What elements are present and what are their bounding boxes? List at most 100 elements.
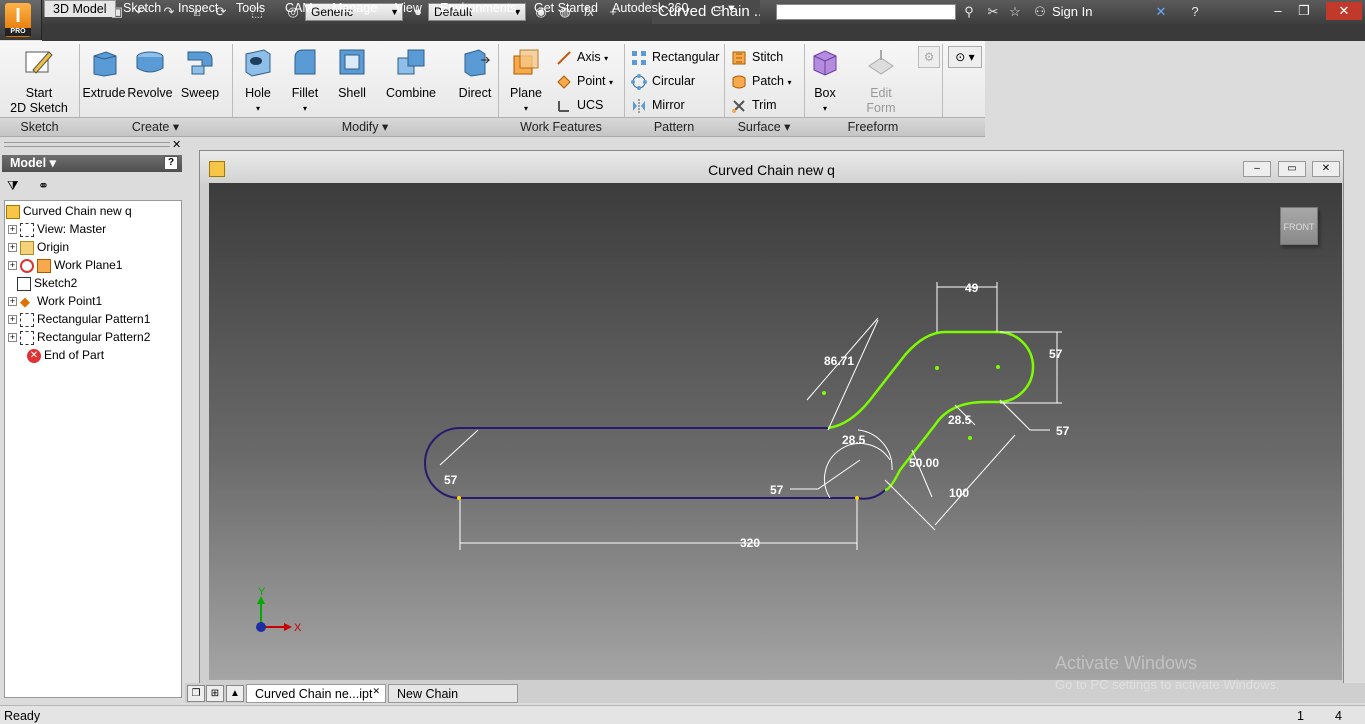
- combine-icon: [397, 49, 425, 75]
- stitch-button[interactable]: Stitch: [731, 46, 783, 68]
- tree-item-work-point1[interactable]: + ◆ Work Point1: [4, 292, 102, 310]
- dim-57-left: 57: [444, 473, 458, 487]
- work-axis-icon: [557, 50, 571, 65]
- tab-environments[interactable]: Environments: [432, 0, 524, 17]
- exchange-apps-icon[interactable]: ✕: [1152, 3, 1170, 21]
- tree-item-origin[interactable]: + Origin: [4, 238, 69, 256]
- tree-item-rectangular-pattern1[interactable]: + Rectangular Pattern1: [4, 310, 150, 328]
- extrude-button[interactable]: Extrude: [82, 46, 126, 114]
- expand-icon[interactable]: +: [8, 243, 17, 253]
- browser-header[interactable]: Model ▾: [2, 155, 182, 172]
- sign-in-link[interactable]: Sign In: [1052, 0, 1092, 24]
- browser-grip[interactable]: [4, 142, 170, 147]
- view-rep-icon: [20, 222, 34, 237]
- expand-icon[interactable]: +: [8, 297, 17, 307]
- restore-window-button[interactable]: ❐: [1292, 2, 1316, 20]
- point-button[interactable]: Point ▾: [556, 70, 613, 92]
- tree-item-rectangular-pattern2[interactable]: + Rectangular Pattern2: [4, 328, 150, 346]
- freeform-settings-icon[interactable]: ⚙: [918, 46, 940, 68]
- activate-windows-watermark: Activate Windows Go to PC settings to ac…: [1055, 653, 1280, 692]
- rectangular-pattern-button[interactable]: Rectangular: [631, 46, 719, 68]
- ribbon-overflow-button[interactable]: ⊙ ▾: [948, 46, 982, 68]
- tile-windows-icon[interactable]: ❐: [187, 685, 205, 702]
- tree-item-part[interactable]: Curved Chain new q: [6, 202, 132, 220]
- fillet-icon: [294, 49, 316, 75]
- minimize-window-button[interactable]: –: [1266, 2, 1290, 20]
- shell-icon: [339, 49, 365, 75]
- tab-manage[interactable]: Manage: [324, 0, 385, 17]
- document-list-icon[interactable]: ▲: [226, 685, 244, 702]
- close-browser-icon[interactable]: ✕: [172, 138, 181, 151]
- fillet-button[interactable]: Fillet ▾: [283, 46, 327, 114]
- ucs-button[interactable]: UCS: [556, 94, 603, 116]
- search-icon[interactable]: ⚲: [960, 3, 978, 21]
- arrange-windows-icon[interactable]: ⊞: [206, 685, 224, 702]
- doc-tab-curved-chain[interactable]: Curved Chain ne...ipt ✕: [246, 684, 386, 703]
- close-window-button[interactable]: ✕: [1326, 2, 1362, 20]
- favorites-star-icon[interactable]: ☆: [1006, 3, 1024, 21]
- work-point-icon: [557, 74, 571, 89]
- tab-inspect[interactable]: Inspect: [170, 0, 226, 17]
- edit-form-button[interactable]: Edit Form: [857, 46, 905, 115]
- doc-close-button[interactable]: ✕: [1312, 161, 1340, 177]
- tab-autodesk-360[interactable]: Autodesk 360: [604, 0, 696, 17]
- tab-get-started[interactable]: Get Started: [526, 0, 606, 17]
- sketch-icon: [25, 51, 53, 74]
- panel-sketch[interactable]: Sketch: [0, 117, 79, 136]
- mirror-icon: [633, 98, 645, 113]
- doc-maximize-button[interactable]: ▭: [1278, 161, 1306, 177]
- tab-tools[interactable]: Tools: [228, 0, 273, 17]
- dim-line-57-left: [439, 429, 479, 466]
- doc-tab-new-chain-assembly[interactable]: New Chain asse...iam: [388, 684, 518, 720]
- dim-line-57-right: [1000, 331, 1062, 404]
- mirror-button[interactable]: Mirror: [631, 94, 685, 116]
- dim-28-5-b: 28.5: [948, 413, 972, 427]
- expand-icon[interactable]: +: [8, 261, 17, 271]
- help-icon[interactable]: ?: [1186, 3, 1204, 21]
- panel-create[interactable]: Create ▾: [79, 117, 232, 136]
- search-input[interactable]: [776, 4, 956, 20]
- trim-button[interactable]: Trim: [731, 94, 777, 116]
- browser-help-icon[interactable]: ?: [164, 156, 178, 170]
- expand-icon[interactable]: +: [8, 315, 17, 325]
- sweep-button[interactable]: Sweep: [178, 46, 222, 114]
- tree-item-sketch2[interactable]: Sketch2: [17, 274, 77, 292]
- sketch-point: [996, 365, 1000, 369]
- close-tab-icon[interactable]: ✕: [372, 682, 380, 701]
- panel-pattern[interactable]: Pattern: [624, 117, 724, 136]
- origin-point: [256, 622, 266, 632]
- shell-button[interactable]: Shell: [330, 46, 374, 114]
- expand-icon[interactable]: +: [8, 333, 17, 343]
- combine-button[interactable]: Combine: [383, 46, 439, 114]
- tab-cam[interactable]: CAM: [277, 0, 321, 17]
- doc-minimize-button[interactable]: –: [1243, 161, 1271, 177]
- revolve-button[interactable]: Revolve: [127, 46, 173, 114]
- direct-edit-button[interactable]: Direct: [452, 46, 498, 114]
- extrude-icon: [93, 51, 117, 77]
- circular-pattern-button[interactable]: Circular: [631, 70, 695, 92]
- application-menu-button[interactable]: I PRO: [0, 0, 42, 40]
- panel-modify[interactable]: Modify ▾: [232, 117, 498, 136]
- subscription-icon[interactable]: ✂: [984, 3, 1002, 21]
- box-button[interactable]: Box ▾: [803, 46, 847, 114]
- filter-icon[interactable]: ⧩: [7, 178, 19, 194]
- start-2d-sketch-button[interactable]: Start 2D Sketch: [6, 46, 72, 115]
- tab-view[interactable]: View: [387, 0, 430, 17]
- patch-button[interactable]: Patch ▾: [731, 70, 791, 92]
- tree-item-view-master[interactable]: + View: Master: [4, 220, 106, 238]
- tree-item-end-of-part[interactable]: ✕ End of Part: [27, 346, 104, 364]
- tab-3d-model[interactable]: 3D Model: [44, 0, 116, 17]
- panel-work-features[interactable]: Work Features: [498, 117, 624, 136]
- stitch-icon: [732, 51, 746, 65]
- panel-surface[interactable]: Surface ▾: [724, 117, 804, 136]
- expand-icon[interactable]: +: [8, 225, 17, 235]
- ribbon-display-options-icon[interactable]: ▭ ▾: [705, 0, 743, 17]
- hole-button[interactable]: Hole ▾: [236, 46, 280, 114]
- find-binoculars-icon[interactable]: ⚭: [38, 178, 49, 194]
- panel-freeform[interactable]: Freeform: [804, 117, 942, 136]
- plane-button[interactable]: Plane ▾: [504, 46, 548, 114]
- tree-item-work-plane1[interactable]: + Work Plane1: [4, 256, 122, 274]
- tab-sketch[interactable]: Sketch: [115, 0, 169, 17]
- panel-empty: [942, 117, 985, 136]
- axis-button[interactable]: Axis ▾: [556, 46, 608, 68]
